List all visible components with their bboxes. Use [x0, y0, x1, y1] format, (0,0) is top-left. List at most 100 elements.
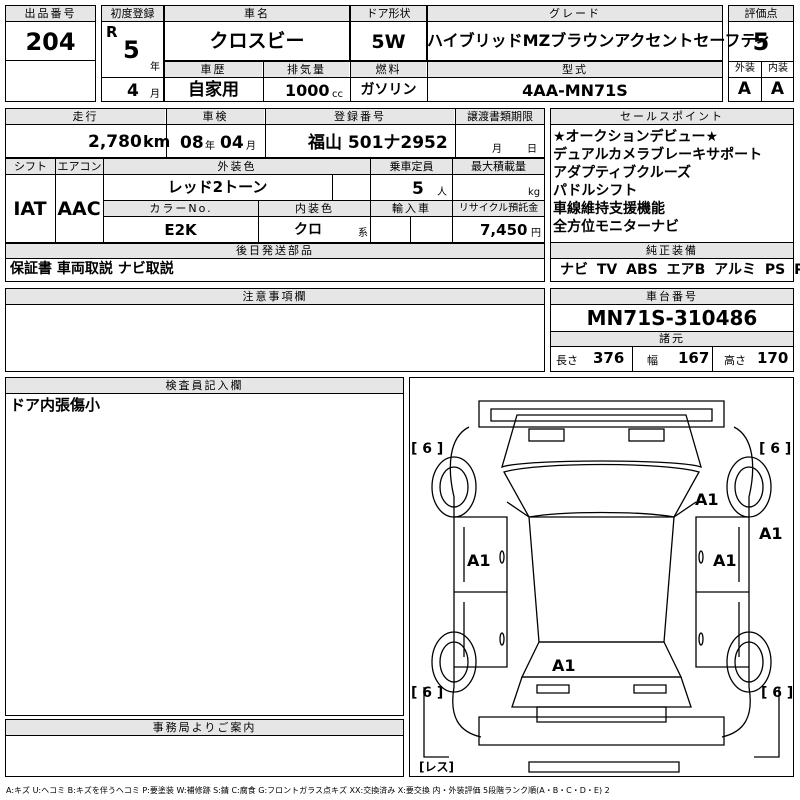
color-no-header: カラーNo. [104, 201, 258, 216]
exterior-color: レッド2トーン [167, 178, 268, 196]
history-header: 車歴 [165, 62, 262, 77]
selling-point: アダプティブクルーズ [553, 165, 692, 181]
legend: A:キズ U:ヘコミ B:キズを伴うヘコミ P:要塗装 W:補修跡 S:錆 C:… [6, 786, 610, 795]
office-header: 事務局よりご案内 [6, 720, 403, 735]
inspection-month-unit: 月 [246, 141, 256, 152]
inspection-header: 車検 [167, 109, 264, 124]
load-unit: kg [528, 187, 541, 198]
aircon-type: AAC [57, 198, 101, 220]
model-header: 型式 [428, 62, 722, 77]
fuel-header: 燃料 [351, 62, 426, 77]
first-reg-header: 初度登録 [102, 6, 163, 21]
era: R [106, 23, 118, 41]
color-number: E2K [164, 221, 197, 239]
grade: ハイブリッドMZブラウンアクセントセーフティ [427, 31, 772, 50]
parts-header: 後日発送部品 [6, 244, 544, 258]
exterior-header: 外装 [735, 63, 755, 74]
yen-unit: 円 [531, 228, 541, 239]
damage-mark-right-door: A1 [713, 551, 737, 570]
inspection-year-unit: 年 [205, 141, 215, 152]
inspector-header: 検査員記入欄 [6, 378, 403, 393]
height: 170 [757, 349, 789, 367]
tire-rear-right: [ 6 ] [761, 685, 793, 701]
rest-label: [レス] [419, 760, 454, 774]
registration-number: 福山 501ナ2952 [308, 133, 448, 153]
equipment-list: ナビ TV ABS エアB アルミ PS PW [560, 262, 800, 278]
transfer-month: 月 [492, 144, 502, 155]
transfer-header: 譲渡書類期限 [456, 109, 544, 124]
km-unit: km [143, 132, 171, 151]
shift-type: IAT [13, 198, 47, 220]
car-name: クロスビー [209, 30, 305, 52]
history: 自家用 [188, 80, 239, 100]
recycle-header: リサイクル預託金 [453, 201, 544, 216]
capacity-unit: 人 [437, 187, 447, 198]
import-header: 輸入車 [371, 201, 452, 216]
tire-front-left: [ 6 ] [411, 441, 443, 457]
tire-front-right: [ 6 ] [759, 441, 791, 457]
chassis-number: MN71S-310486 [586, 306, 758, 330]
cc-unit: cc [332, 89, 343, 100]
year-unit: 年 [150, 62, 160, 73]
damage-mark-left-door: A1 [467, 551, 491, 570]
interior-color: クロ [294, 222, 322, 238]
recycle-fee: 7,450 [480, 221, 528, 239]
door-type: 5W [371, 31, 406, 53]
int-color-header: 内装色 [259, 201, 370, 216]
exterior-score: A [737, 79, 752, 99]
month-unit: 月 [150, 89, 160, 100]
car-name-header: 車名 [165, 6, 349, 21]
caution-header: 注意事項欄 [6, 289, 544, 304]
aircon-header: エアコン [56, 159, 103, 174]
lot-number: 204 [25, 28, 76, 56]
length-label: 長さ [556, 354, 578, 367]
max-load-header: 最大積載量 [453, 159, 544, 174]
height-label: 高さ [724, 354, 746, 367]
damage-mark-rear: A1 [552, 656, 576, 675]
shift-header: シフト [6, 159, 55, 174]
selling-header: セールスポイント [551, 109, 793, 124]
dims-header: 諸元 [551, 332, 793, 346]
reg-year: 5 [123, 36, 140, 64]
interior-header: 内装 [768, 63, 788, 74]
transfer-day: 日 [527, 144, 537, 155]
reg-month: 4 [127, 81, 139, 101]
width: 167 [678, 349, 710, 367]
interior-score: A [770, 79, 785, 99]
fuel: ガソリン [360, 82, 417, 98]
selling-point: 車線維持支援機能 [553, 201, 665, 217]
displacement-header: 排気量 [264, 62, 349, 77]
damage-mark-right-edge: A1 [759, 524, 783, 543]
overall-score: 5 [752, 28, 770, 56]
selling-points-list: ★オークションデビュー★ デュアルカメラブレーキサポート アダプティブクルーズ パドル… [553, 128, 791, 236]
ext-color-header: 外装色 [104, 159, 370, 174]
parts-list: 保証書 車両取説 ナビ取説 [10, 261, 174, 277]
tire-rear-left: [ 6 ] [411, 685, 443, 701]
selling-point: 全方位モニターナビ [553, 219, 679, 235]
chassis-header: 車台番号 [551, 289, 793, 304]
lot-no-header: 出品番号 [6, 6, 95, 21]
equipment-header: 純正装備 [551, 243, 793, 258]
mileage-header: 走行 [6, 109, 165, 124]
score-header: 評価点 [729, 6, 793, 21]
inspector-note: ドア内張傷小 [10, 396, 101, 414]
car-diagram: [ 6 ] [ 6 ] [ 6 ] [ 6 ] [レス] A1 A1 A1 A1… [411, 400, 793, 774]
capacity-header: 乗車定員 [371, 159, 452, 174]
width-label: 幅 [647, 354, 658, 367]
selling-point: パドルシフト [553, 183, 638, 199]
mileage: 2,780 [88, 132, 142, 152]
displacement: 1000 [285, 81, 330, 100]
model-code: 4AA-MN71S [522, 81, 628, 100]
door-header: ドア形状 [351, 6, 426, 21]
capacity: 5 [412, 179, 424, 199]
damage-mark-right-front: A1 [695, 490, 719, 509]
reg-no-header: 登録番号 [266, 109, 454, 124]
length: 376 [593, 349, 625, 367]
interior-color-unit: 系 [358, 228, 368, 239]
inspector-box [5, 377, 404, 716]
inspection-month: 04 [220, 133, 244, 153]
inspection-year: 08 [180, 133, 204, 153]
selling-point: ★オークションデビュー★ [553, 129, 719, 145]
selling-point: デュアルカメラブレーキサポート [553, 147, 763, 163]
grade-header: グレード [428, 6, 722, 21]
